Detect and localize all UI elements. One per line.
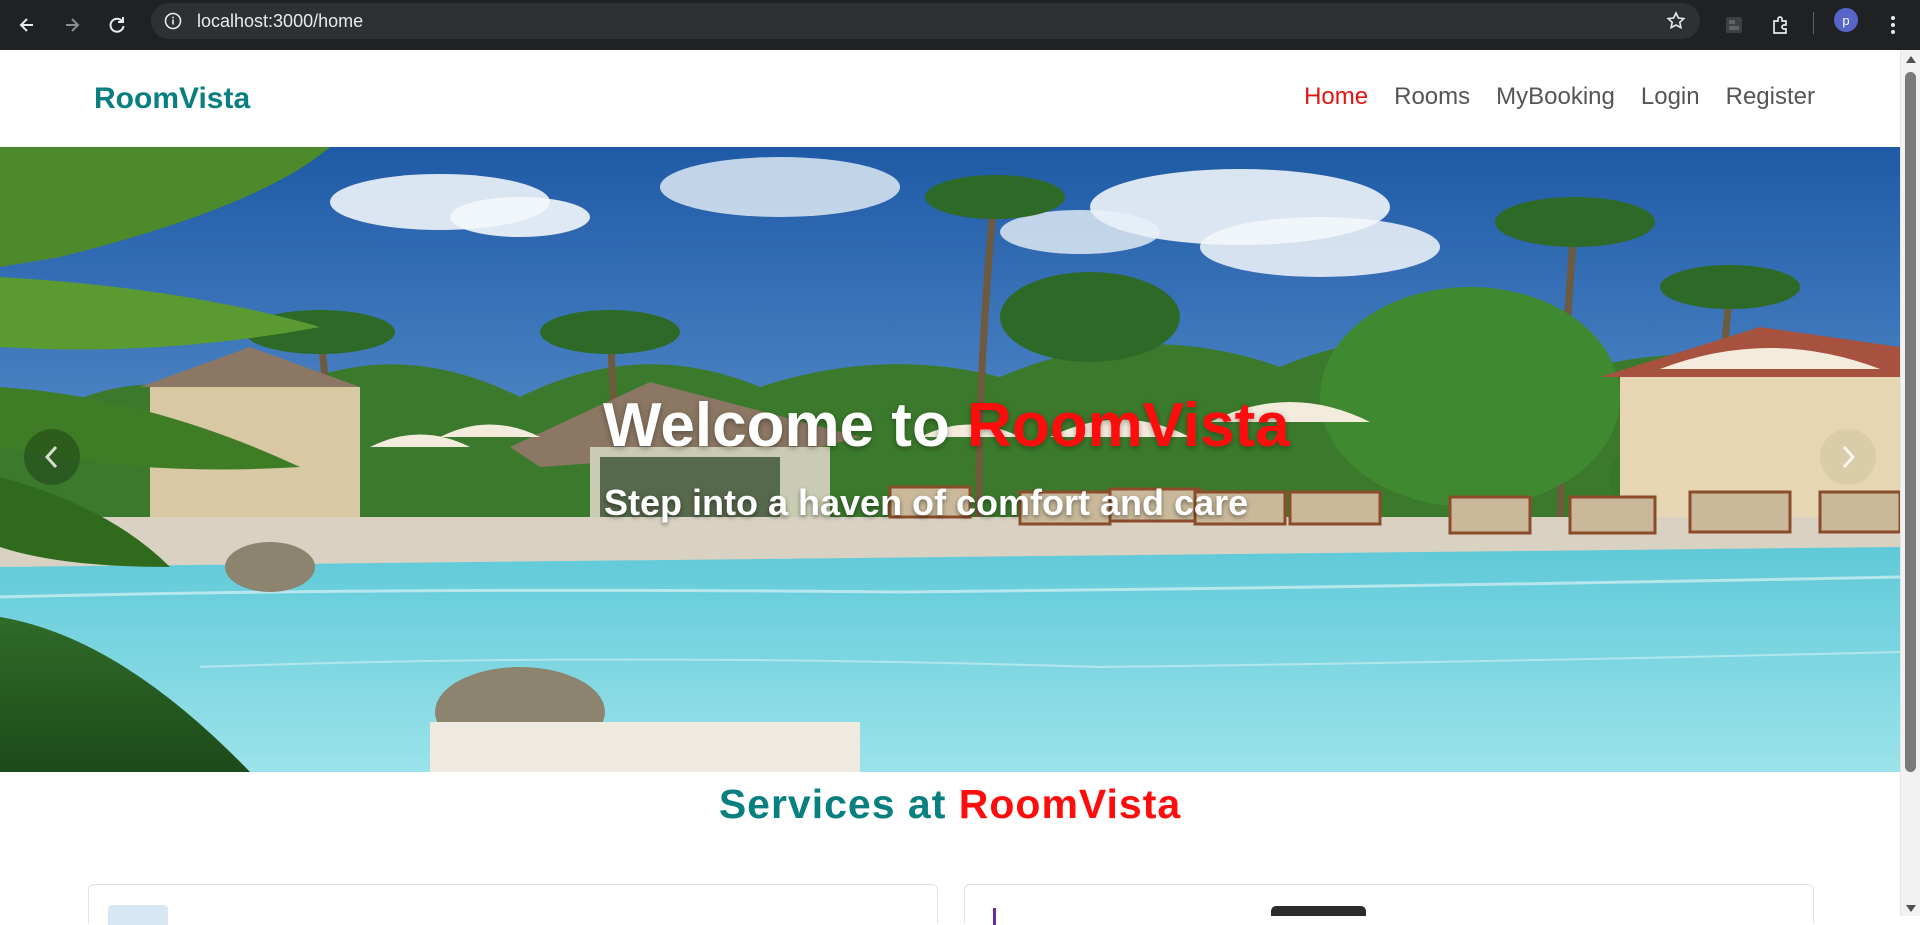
- nav-home[interactable]: Home: [1304, 83, 1368, 111]
- hero-title-accent: RoomVista: [967, 391, 1290, 460]
- nav-mybooking[interactable]: MyBooking: [1496, 83, 1615, 111]
- address-bar[interactable]: localhost:3000/home: [151, 3, 1700, 39]
- hero-carousel: Welcome to RoomVista Step into a haven o…: [0, 147, 1900, 772]
- back-button[interactable]: [10, 8, 44, 42]
- profile-avatar[interactable]: p: [1834, 8, 1858, 32]
- chevron-left-icon: [44, 445, 58, 469]
- carousel-next-button[interactable]: [1820, 429, 1876, 485]
- url-text[interactable]: localhost:3000/home: [197, 11, 363, 32]
- arrow-right-icon: [66, 18, 80, 32]
- page-overlay-tab: [1271, 906, 1366, 916]
- chevron-right-icon: [1842, 445, 1856, 469]
- carousel-prev-button[interactable]: [24, 429, 80, 485]
- nav-rooms[interactable]: Rooms: [1394, 83, 1470, 111]
- scroll-down-icon[interactable]: [1906, 905, 1916, 912]
- reload-icon: [109, 17, 125, 33]
- extensions-puzzle-icon[interactable]: [1764, 8, 1798, 42]
- nav-login[interactable]: Login: [1641, 83, 1700, 111]
- main-nav: Home Rooms MyBooking Login Register: [1304, 83, 1815, 111]
- brand-logo[interactable]: RoomVista: [94, 82, 250, 116]
- toolbar-divider: [1813, 12, 1814, 34]
- extension-icon[interactable]: [1717, 8, 1751, 42]
- more-menu-icon[interactable]: [1876, 8, 1910, 42]
- bookmark-star-icon[interactable]: [1666, 11, 1686, 36]
- browser-toolbar: localhost:3000/home p: [0, 0, 1920, 50]
- service-card-image: [108, 905, 168, 925]
- page-scrollbar[interactable]: [1900, 50, 1920, 916]
- hero-subtitle: Step into a haven of comfort and care: [604, 482, 1249, 523]
- forward-button[interactable]: [55, 8, 89, 42]
- service-card: [964, 884, 1814, 925]
- hero-title-prefix: Welcome to: [603, 391, 968, 460]
- arrow-left-icon: [19, 18, 33, 32]
- services-heading: Services at RoomVista: [0, 781, 1900, 828]
- site-info-icon[interactable]: [163, 11, 183, 31]
- site-header: RoomVista Home Rooms MyBooking Login Reg…: [0, 50, 1900, 147]
- service-card: [88, 884, 938, 925]
- services-title-accent: RoomVista: [958, 781, 1182, 827]
- scrollbar-thumb[interactable]: [1905, 72, 1916, 772]
- services-title-prefix: Services at: [718, 781, 959, 827]
- service-card-icon: [993, 908, 1001, 925]
- scroll-up-icon[interactable]: [1906, 56, 1916, 63]
- reload-button[interactable]: [100, 8, 134, 42]
- hero-title: Welcome to RoomVista: [603, 390, 1290, 461]
- nav-register[interactable]: Register: [1726, 83, 1815, 111]
